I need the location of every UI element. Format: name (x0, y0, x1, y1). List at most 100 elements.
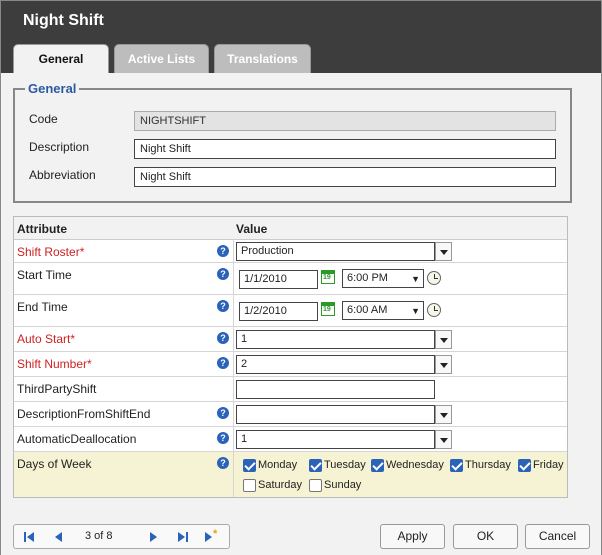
help-icon[interactable]: ? (217, 268, 229, 280)
apply-button[interactable]: Apply (380, 524, 445, 549)
shift-number-value: 2 (241, 358, 248, 370)
friday-label: Friday (533, 459, 564, 471)
chevron-down-icon: ▼ (411, 306, 420, 316)
attribute-header: Attribute (17, 222, 67, 236)
start-time-value: 6:00 PM (347, 272, 388, 284)
tab-general[interactable]: General (13, 44, 109, 74)
end-date-input[interactable]: 1/2/2010 (239, 302, 318, 321)
value-header: Value (236, 222, 268, 236)
cancel-button[interactable]: Cancel (525, 524, 590, 549)
checkbox-friday[interactable] (518, 459, 531, 472)
previous-record-icon[interactable] (51, 529, 67, 545)
days-of-week-label: Days of Week (17, 457, 92, 471)
wednesday-label: Wednesday (386, 459, 444, 471)
shift-number-label: Shift Number* (17, 357, 92, 371)
automatic-deallocation-select[interactable]: 1 (236, 430, 452, 449)
start-time-select[interactable]: 6:00 PM ▼ (342, 269, 424, 288)
column-divider (233, 263, 234, 294)
column-divider (233, 427, 234, 451)
column-divider (233, 402, 234, 426)
record-position: 3 of 8 (85, 530, 113, 542)
ok-button[interactable]: OK (453, 524, 518, 549)
automatic-deallocation-label: AutomaticDeallocation (17, 432, 137, 446)
tab-content: General Code NIGHTSHIFT Description Nigh… (1, 73, 601, 514)
first-record-icon[interactable] (22, 529, 38, 545)
end-time-value: 6:00 AM (347, 304, 388, 316)
sunday-label: Sunday (324, 479, 362, 491)
checkbox-wednesday[interactable] (371, 459, 384, 472)
clock-icon[interactable] (427, 303, 441, 317)
row-description-from-shift-end: DescriptionFromShiftEnd ? (14, 402, 567, 427)
title-bar: Night Shift General Active Lists Transla… (1, 1, 601, 74)
clock-icon[interactable] (427, 271, 441, 285)
row-end-time: End Time ? 1/2/2010 19 6:00 AM ▼ (14, 295, 567, 327)
shift-roster-value: Production (241, 245, 294, 257)
chevron-down-icon[interactable] (435, 242, 452, 261)
chevron-down-icon[interactable] (435, 430, 452, 449)
row-automatic-deallocation: AutomaticDeallocation ? 1 (14, 427, 567, 452)
thursday-label: Thursday (465, 459, 511, 471)
tab-active-lists[interactable]: Active Lists (114, 44, 209, 73)
row-shift-roster: Shift Roster* ? Production (14, 240, 567, 263)
abbreviation-field[interactable]: Night Shift (134, 167, 556, 187)
row-start-time: Start Time ? 1/1/2010 19 6:00 PM ▼ (14, 263, 567, 295)
chevron-down-icon[interactable] (435, 405, 452, 424)
row-third-party-shift: ThirdPartyShift (14, 377, 567, 402)
abbreviation-label: Abbreviation (29, 168, 96, 182)
checkbox-saturday[interactable] (243, 479, 256, 492)
tab-translations[interactable]: Translations (214, 44, 311, 73)
general-legend: General (25, 81, 80, 96)
auto-start-select[interactable]: 1 (236, 330, 452, 349)
column-divider (233, 377, 234, 401)
tuesday-label: Tuesday (324, 459, 366, 471)
next-record-icon[interactable] (146, 529, 162, 545)
row-shift-number: Shift Number* ? 2 (14, 352, 567, 377)
description-from-shift-end-select[interactable] (236, 405, 452, 424)
checkbox-thursday[interactable] (450, 459, 463, 472)
checkbox-tuesday[interactable] (309, 459, 322, 472)
calendar-icon[interactable]: 19 (321, 270, 335, 284)
record-pager: 3 of 8 * (13, 524, 230, 549)
help-icon[interactable]: ? (217, 457, 229, 469)
row-auto-start: Auto Start* ? 1 (14, 327, 567, 352)
dialog-window: Night Shift General Active Lists Transla… (0, 0, 602, 555)
third-party-shift-label: ThirdPartyShift (17, 382, 97, 396)
description-label: Description (29, 140, 90, 154)
chevron-down-icon[interactable] (435, 355, 452, 374)
column-divider (233, 327, 234, 351)
column-divider (233, 240, 234, 262)
help-icon[interactable]: ? (217, 432, 229, 444)
new-record-icon[interactable]: * (203, 528, 219, 545)
column-divider (233, 352, 234, 376)
description-field[interactable]: Night Shift (134, 139, 556, 159)
auto-start-label: Auto Start* (17, 332, 76, 346)
help-icon[interactable]: ? (217, 300, 229, 312)
shift-roster-label: Shift Roster* (17, 245, 85, 259)
shift-roster-select[interactable]: Production (236, 242, 452, 261)
start-time-label: Start Time (17, 268, 72, 282)
attribute-grid: Attribute Value Shift Roster* ? Producti… (13, 216, 568, 498)
code-label: Code (29, 112, 58, 126)
last-record-icon[interactable] (175, 529, 191, 545)
auto-start-value: 1 (241, 333, 248, 345)
saturday-label: Saturday (258, 479, 303, 491)
end-time-select[interactable]: 6:00 AM ▼ (342, 301, 424, 320)
help-icon[interactable]: ? (217, 245, 229, 257)
code-field: NIGHTSHIFT (134, 111, 556, 131)
description-from-shift-end-label: DescriptionFromShiftEnd (17, 407, 151, 421)
help-icon[interactable]: ? (217, 407, 229, 419)
calendar-icon[interactable]: 19 (321, 302, 335, 316)
third-party-shift-input[interactable] (236, 380, 435, 399)
dialog-footer: 3 of 8 * Apply OK Cancel (1, 514, 601, 555)
chevron-down-icon[interactable] (435, 330, 452, 349)
end-time-label: End Time (17, 300, 68, 314)
row-days-of-week: Days of Week ? Monday Tuesday Wednesday … (14, 452, 567, 497)
help-icon[interactable]: ? (217, 332, 229, 344)
shift-number-select[interactable]: 2 (236, 355, 452, 374)
column-divider (233, 295, 234, 326)
help-icon[interactable]: ? (217, 357, 229, 369)
checkbox-sunday[interactable] (309, 479, 322, 492)
start-date-input[interactable]: 1/1/2010 (239, 270, 318, 289)
monday-label: Monday (258, 459, 298, 471)
checkbox-monday[interactable] (243, 459, 256, 472)
